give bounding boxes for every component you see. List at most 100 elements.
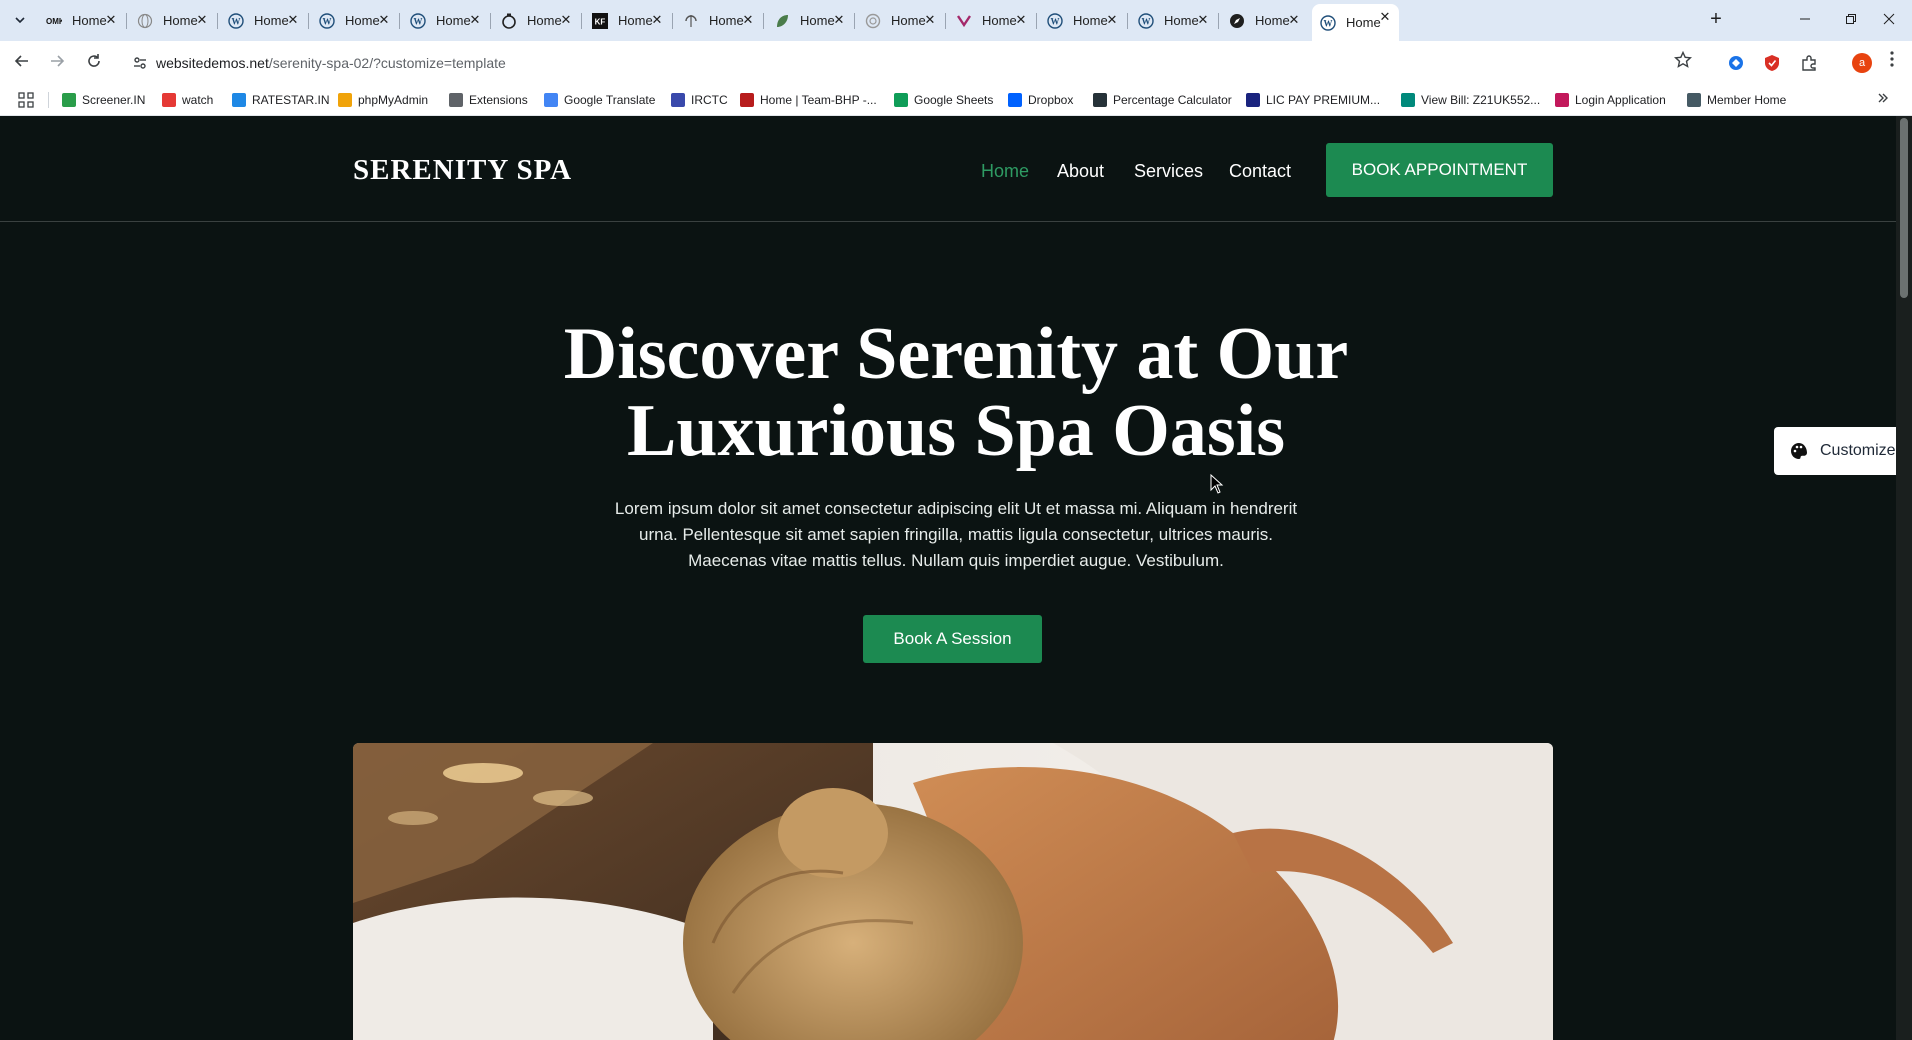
bookmark-item[interactable]: Login Application bbox=[1555, 90, 1666, 110]
site-info-icon[interactable] bbox=[132, 55, 148, 71]
web-page: SERENITY SPA Home About Services Contact… bbox=[0, 116, 1912, 1040]
scrollbar-thumb[interactable] bbox=[1900, 118, 1908, 298]
tab-search-chevron-icon[interactable] bbox=[8, 8, 32, 32]
nav-contact[interactable]: Contact bbox=[1229, 161, 1291, 182]
hero-description-line-1: Lorem ipsum dolor sit amet consectetur a… bbox=[614, 499, 1298, 518]
tab[interactable]: KF Home ✕ bbox=[584, 7, 671, 34]
bookmark-item[interactable]: phpMyAdmin bbox=[338, 90, 428, 110]
browser-menu-icon[interactable] bbox=[1890, 51, 1894, 72]
nav-home[interactable]: Home bbox=[981, 161, 1029, 182]
tab-separator bbox=[399, 13, 400, 29]
bookmark-item[interactable]: LIC PAY PREMIUM... bbox=[1246, 90, 1380, 110]
back-arrow-icon[interactable] bbox=[11, 52, 33, 74]
tab[interactable]: Home ✕ bbox=[493, 7, 580, 34]
bookmark-label: View Bill: Z21UK552... bbox=[1421, 93, 1541, 107]
bookmark-item[interactable]: Google Sheets bbox=[894, 90, 993, 110]
tab[interactable]: W Home ✕ bbox=[220, 7, 307, 34]
hero-description-line-2: urna. Pellentesque sit amet sapien fring… bbox=[638, 525, 1274, 544]
tab[interactable]: Home ✕ bbox=[129, 7, 216, 34]
close-tab-icon[interactable]: ✕ bbox=[922, 12, 938, 28]
close-tab-icon[interactable]: ✕ bbox=[740, 12, 756, 28]
nav-about[interactable]: About bbox=[1057, 161, 1104, 182]
tab[interactable]: Home ✕ bbox=[675, 7, 762, 34]
forward-arrow-icon[interactable] bbox=[46, 52, 68, 74]
bookmark-item[interactable]: Percentage Calculator bbox=[1093, 90, 1232, 110]
tab[interactable]: W Home ✕ bbox=[311, 7, 398, 34]
tab[interactable]: OMK Home ✕ bbox=[38, 7, 125, 34]
book-session-button[interactable]: Book A Session bbox=[863, 615, 1042, 663]
book-appointment-button[interactable]: BOOK APPOINTMENT bbox=[1326, 143, 1553, 197]
page-scrollbar[interactable] bbox=[1896, 116, 1912, 1040]
palette-icon bbox=[1790, 442, 1808, 460]
tab-separator bbox=[217, 13, 218, 29]
url-path: /serenity-spa-02/?customize=template bbox=[268, 55, 506, 71]
svg-text:W: W bbox=[1324, 18, 1333, 28]
shield-extension-icon[interactable] bbox=[1763, 54, 1781, 72]
tab-separator bbox=[490, 13, 491, 29]
close-tab-icon[interactable]: ✕ bbox=[285, 12, 301, 28]
bookmark-item[interactable]: watch bbox=[162, 90, 213, 110]
tab-separator bbox=[126, 13, 127, 29]
hero-description-line-3: Maecenas vitae mattis tellus. Nullam qui… bbox=[688, 551, 1224, 570]
apps-grid-icon[interactable] bbox=[18, 92, 34, 108]
timer-favicon-icon bbox=[501, 13, 517, 29]
address-bar[interactable]: websitedemos.net/serenity-spa-02/?custom… bbox=[124, 45, 1690, 81]
new-tab-button[interactable]: + bbox=[1704, 8, 1728, 32]
more-bookmarks-chevron-icon[interactable] bbox=[1876, 91, 1890, 108]
close-tab-icon[interactable]: ✕ bbox=[1013, 12, 1029, 28]
close-tab-icon[interactable]: ✕ bbox=[194, 12, 210, 28]
reload-icon[interactable] bbox=[83, 52, 105, 74]
bookmark-item[interactable]: Dropbox bbox=[1008, 90, 1073, 110]
profile-avatar[interactable]: a bbox=[1852, 53, 1872, 73]
close-tab-icon[interactable]: ✕ bbox=[1377, 9, 1393, 25]
extension-icon[interactable] bbox=[1727, 54, 1745, 72]
tab[interactable]: Home ✕ bbox=[1221, 7, 1308, 34]
extensions-puzzle-icon[interactable] bbox=[1800, 54, 1818, 72]
tab-separator bbox=[763, 13, 764, 29]
bookmark-favicon-icon bbox=[1246, 93, 1260, 107]
bookmark-item[interactable]: Member Home bbox=[1687, 90, 1786, 110]
bookmark-item[interactable]: Extensions bbox=[449, 90, 528, 110]
close-tab-icon[interactable]: ✕ bbox=[558, 12, 574, 28]
customize-button[interactable]: Customize bbox=[1774, 427, 1912, 475]
tab[interactable]: W Home ✕ bbox=[1039, 7, 1126, 34]
bookmark-label: Dropbox bbox=[1028, 93, 1074, 107]
bookmark-favicon-icon bbox=[1401, 93, 1415, 107]
close-tab-icon[interactable]: ✕ bbox=[376, 12, 392, 28]
tab[interactable]: Home ✕ bbox=[857, 7, 944, 34]
tab[interactable]: W Home ✕ bbox=[402, 7, 489, 34]
bookmark-favicon-icon bbox=[671, 93, 685, 107]
bookmark-label: Login Application bbox=[1575, 93, 1666, 107]
close-tab-icon[interactable]: ✕ bbox=[831, 12, 847, 28]
kf-favicon-icon: KF bbox=[592, 12, 608, 29]
tab[interactable]: W Home ✕ bbox=[1130, 7, 1217, 34]
tab-active[interactable]: W Home ✕ bbox=[1312, 4, 1399, 41]
bookmark-label: Extensions bbox=[469, 93, 528, 107]
close-tab-icon[interactable]: ✕ bbox=[1286, 12, 1302, 28]
bookmark-item[interactable]: View Bill: Z21UK552... bbox=[1401, 90, 1540, 110]
close-tab-icon[interactable]: ✕ bbox=[649, 12, 665, 28]
site-logo[interactable]: SERENITY SPA bbox=[353, 154, 572, 187]
bookmark-star-icon[interactable] bbox=[1673, 50, 1693, 74]
hero-title: Discover Serenity at Our Luxurious Spa O… bbox=[456, 316, 1456, 470]
bookmark-item[interactable]: RATESTAR.IN bbox=[232, 90, 330, 110]
bookmark-item[interactable]: Home | Team-BHP -... bbox=[740, 90, 877, 110]
bookmark-label: RATESTAR.IN bbox=[252, 93, 330, 107]
nav-services[interactable]: Services bbox=[1134, 161, 1203, 182]
wordpress-favicon-icon: W bbox=[1320, 14, 1336, 31]
bookmark-label: IRCTC bbox=[691, 93, 728, 107]
tab[interactable]: Home ✕ bbox=[948, 7, 1035, 34]
crosshair-favicon-icon bbox=[683, 13, 699, 29]
close-tab-icon[interactable]: ✕ bbox=[1195, 12, 1211, 28]
close-tab-icon[interactable]: ✕ bbox=[103, 12, 119, 28]
minimize-icon[interactable] bbox=[1782, 8, 1828, 32]
bookmarks-bar: Screener.IN watch RATESTAR.IN phpMyAdmin Ext… bbox=[0, 85, 1912, 116]
close-window-icon[interactable] bbox=[1866, 8, 1912, 32]
globe-favicon-icon bbox=[137, 13, 153, 29]
close-tab-icon[interactable]: ✕ bbox=[1104, 12, 1120, 28]
bookmark-item[interactable]: Google Translate bbox=[544, 90, 655, 110]
bookmark-item[interactable]: IRCTC bbox=[671, 90, 728, 110]
tab[interactable]: Home ✕ bbox=[766, 7, 853, 34]
bookmark-item[interactable]: Screener.IN bbox=[62, 90, 145, 110]
close-tab-icon[interactable]: ✕ bbox=[467, 12, 483, 28]
